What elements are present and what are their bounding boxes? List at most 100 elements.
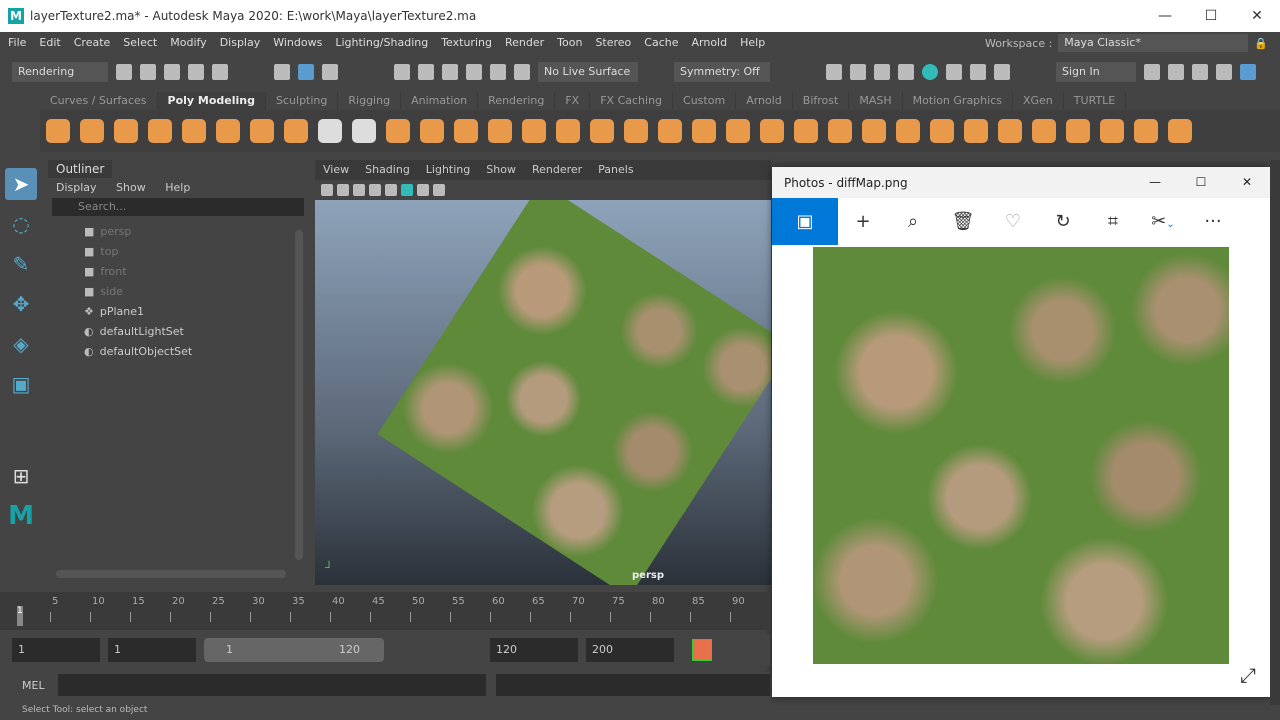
shelf-tab-bifrost[interactable]: Bifrost <box>792 92 849 110</box>
shelf-tab-animation[interactable]: Animation <box>401 92 478 110</box>
minimize-button[interactable]: — <box>1142 0 1188 32</box>
open-scene-icon[interactable] <box>140 64 156 80</box>
zoom-icon[interactable]: ⌕ <box>888 211 938 232</box>
shelf-tool-icon[interactable] <box>964 119 988 143</box>
shelf-tool-icon[interactable] <box>318 119 342 143</box>
shelf-tool-icon[interactable] <box>114 119 138 143</box>
shelf-tool-icon[interactable] <box>1168 119 1192 143</box>
snap-surface-icon[interactable] <box>490 64 506 80</box>
shelf-tool-icon[interactable] <box>148 119 172 143</box>
snap-curve-icon[interactable] <box>418 64 434 80</box>
end-frame-field[interactable]: 200 <box>586 638 674 662</box>
grid-icon[interactable] <box>353 184 365 196</box>
viewport-menu-panels[interactable]: Panels <box>598 163 633 176</box>
menu-cache[interactable]: Cache <box>644 36 678 49</box>
outliner-item[interactable]: ◐ defaultObjectSet <box>48 342 308 362</box>
menu-lightingshading[interactable]: Lighting/Shading <box>335 36 428 49</box>
shelf-tool-icon[interactable] <box>658 119 682 143</box>
favorite-icon[interactable]: ♡ <box>988 211 1038 232</box>
shelf-tab-rigging[interactable]: Rigging <box>338 92 401 110</box>
maya-m-icon[interactable]: M <box>5 500 37 532</box>
snap-pivot-icon[interactable] <box>514 64 530 80</box>
photo-image[interactable] <box>813 247 1229 664</box>
edit-icon[interactable]: ✂⌄ <box>1138 211 1188 232</box>
wireframe-icon[interactable] <box>385 184 397 196</box>
select-tool-icon[interactable]: ➤ <box>5 168 37 200</box>
modeling-toolkit-icon[interactable] <box>1144 64 1160 80</box>
sign-in-button[interactable]: Sign In <box>1056 62 1136 82</box>
menu-display[interactable]: Display <box>220 36 261 49</box>
viewport-menu-renderer[interactable]: Renderer <box>532 163 582 176</box>
maximize-button[interactable]: ☐ <box>1188 0 1234 32</box>
outliner-item[interactable]: ■ persp <box>48 222 308 242</box>
viewport-menu-shading[interactable]: Shading <box>365 163 410 176</box>
render-settings-icon[interactable] <box>898 64 914 80</box>
shelf-tool-icon[interactable] <box>794 119 818 143</box>
undo-icon[interactable] <box>188 64 204 80</box>
menu-windows[interactable]: Windows <box>273 36 322 49</box>
time-slider[interactable]: 1 5 10 15 20 25 30 35 40 45 50 55 60 65 70 75 80 85 90 <box>0 592 770 630</box>
hypershade-icon[interactable] <box>922 64 938 80</box>
shelf-tool-icon[interactable] <box>284 119 308 143</box>
shelf-tab-fx-caching[interactable]: FX Caching <box>590 92 673 110</box>
snap-view-icon[interactable] <box>466 64 482 80</box>
add-icon[interactable]: + <box>838 211 888 232</box>
shelf-tool-icon[interactable] <box>556 119 580 143</box>
textured-icon[interactable] <box>417 184 429 196</box>
menu-file[interactable]: File <box>8 36 26 49</box>
start-frame-field[interactable]: 1 <box>12 638 100 662</box>
menu-toon[interactable]: Toon <box>557 36 582 49</box>
shelf-tool-icon[interactable] <box>930 119 954 143</box>
outliner-item[interactable]: ■ side <box>48 282 308 302</box>
shelf-tab-custom[interactable]: Custom <box>673 92 736 110</box>
textured-plane[interactable] <box>377 200 771 585</box>
menu-stereo[interactable]: Stereo <box>595 36 631 49</box>
film-gate-icon[interactable] <box>369 184 381 196</box>
shelf-tab-poly-modeling[interactable]: Poly Modeling <box>157 92 266 110</box>
symmetry-dropdown[interactable]: Symmetry: Off <box>674 62 770 82</box>
menu-help[interactable]: Help <box>740 36 765 49</box>
outliner-item[interactable]: ■ front <box>48 262 308 282</box>
scale-tool-icon[interactable]: ▣ <box>5 368 37 400</box>
menu-create[interactable]: Create <box>74 36 111 49</box>
outliner-item[interactable]: ■ top <box>48 242 308 262</box>
rotate-icon[interactable]: ↻ <box>1038 211 1088 232</box>
paint-select-icon[interactable]: ✎ <box>5 248 37 280</box>
lighting-icon[interactable] <box>433 184 445 196</box>
channel-box-icon[interactable] <box>1240 64 1256 80</box>
shelf-tool-icon[interactable] <box>522 119 546 143</box>
outliner-tab[interactable]: Outliner <box>48 160 113 178</box>
shelf-tab-motion-graphics[interactable]: Motion Graphics <box>902 92 1012 110</box>
outliner-h-scrollbar[interactable] <box>56 570 286 578</box>
more-button[interactable]: ··· <box>1188 211 1238 232</box>
shelf-tab-arnold[interactable]: Arnold <box>736 92 792 110</box>
viewport-menu-show[interactable]: Show <box>486 163 516 176</box>
snap-point-icon[interactable] <box>442 64 458 80</box>
outliner-scrollbar[interactable] <box>295 230 303 560</box>
shelf-tool-icon[interactable] <box>386 119 410 143</box>
lock-icon[interactable]: 🔒 <box>1254 37 1268 50</box>
menuset-dropdown[interactable]: Rendering <box>12 62 108 82</box>
shelf-tool-icon[interactable] <box>454 119 478 143</box>
attribute-editor-icon[interactable] <box>1192 64 1208 80</box>
menu-edit[interactable]: Edit <box>39 36 60 49</box>
lasso-tool-icon[interactable]: ◌ <box>5 208 37 240</box>
shelf-tab-rendering[interactable]: Rendering <box>478 92 555 110</box>
viewport-menu-view[interactable]: View <box>323 163 349 176</box>
outliner-menu-help[interactable]: Help <box>165 181 190 194</box>
menu-texturing[interactable]: Texturing <box>441 36 492 49</box>
photos-maximize-button[interactable]: ☐ <box>1178 167 1224 198</box>
menu-select[interactable]: Select <box>123 36 157 49</box>
playback-end-field[interactable]: 120 <box>490 638 578 662</box>
shelf-tab-turtle[interactable]: TURTLE <box>1063 92 1126 110</box>
mel-input[interactable] <box>58 674 486 696</box>
delete-icon[interactable]: 🗑 <box>938 211 988 232</box>
select-hierarchy-icon[interactable] <box>274 64 290 80</box>
redo-icon[interactable] <box>212 64 228 80</box>
shelf-tool-icon[interactable] <box>998 119 1022 143</box>
shelf-tool-icon[interactable] <box>352 119 376 143</box>
shelf-tool-icon[interactable] <box>828 119 852 143</box>
playback-start-field[interactable]: 1 <box>108 638 196 662</box>
move-tool-icon[interactable]: ✥ <box>5 288 37 320</box>
shelf-tool-icon[interactable] <box>726 119 750 143</box>
